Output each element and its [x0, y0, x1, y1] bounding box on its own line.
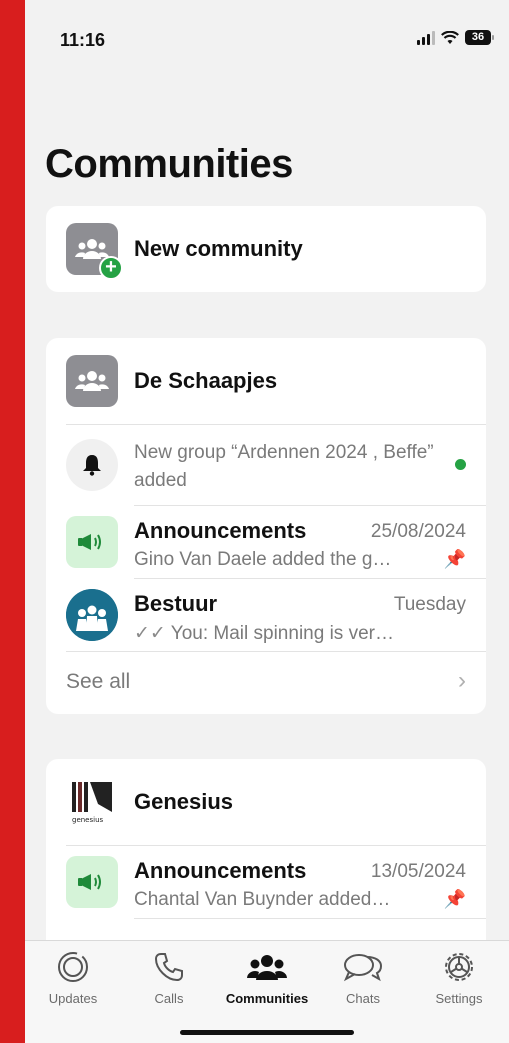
- wifi-icon: [441, 30, 459, 44]
- see-all-button[interactable]: See all ›: [46, 652, 486, 714]
- item-title: Announcements: [134, 858, 307, 883]
- home-indicator[interactable]: [180, 1030, 354, 1035]
- signal-icon: [417, 30, 435, 45]
- community-card-de-schaapjes: De Schaapjes New group “Ardennen 2024 , …: [46, 338, 486, 714]
- tab-chats[interactable]: Chats: [315, 947, 411, 1006]
- community-group-icon: [66, 355, 118, 407]
- battery-icon: 36: [465, 30, 494, 45]
- item-date: Tuesday: [393, 594, 466, 615]
- updates-icon: [25, 947, 121, 987]
- see-all-label: See all: [66, 670, 131, 693]
- double-check-icon: ✓✓: [134, 623, 166, 644]
- divider: [134, 918, 486, 919]
- unread-dot: [455, 459, 466, 470]
- community-header[interactable]: De Schaapjes: [46, 338, 486, 424]
- community-header[interactable]: genesius Genesius: [46, 759, 486, 845]
- item-subtitle: Chantal Van Buynder added…: [134, 889, 391, 910]
- item-subtitle: ✓✓ You: Mail spinning is ver…: [134, 622, 444, 645]
- megaphone-icon: [66, 856, 118, 908]
- community-name: De Schaapjes: [134, 368, 278, 393]
- status-time: 11:16: [60, 30, 106, 50]
- chevron-right-icon: ›: [458, 667, 466, 694]
- list-item-bestuur[interactable]: Bestuur Tuesday ✓✓ You: Mail spinning is…: [46, 579, 486, 651]
- phone-icon: [121, 947, 217, 987]
- pin-icon: 📌: [443, 889, 466, 909]
- tab-label: Calls: [154, 991, 184, 1006]
- list-item-announcements[interactable]: Announcements 13/05/2024 Chantal Van Buy…: [46, 846, 486, 918]
- item-date: 25/08/2024: [370, 521, 466, 542]
- item-date: 13/05/2024: [370, 861, 466, 882]
- tab-label: Updates: [48, 991, 98, 1006]
- item-title: Bestuur: [134, 591, 218, 616]
- community-name: Genesius: [134, 789, 234, 814]
- item-title: Announcements: [134, 518, 307, 543]
- page-title: Communities: [45, 142, 293, 186]
- new-community-icon: +: [66, 223, 123, 280]
- bell-icon: [66, 439, 118, 491]
- tab-label: Communities: [225, 991, 309, 1006]
- phone-screen: 11:16 36 Communities + New community De …: [25, 0, 509, 1043]
- status-bar: 11:16 36: [25, 0, 509, 70]
- megaphone-icon: [66, 516, 118, 568]
- chats-icon: [315, 947, 411, 987]
- new-community-label: New community: [134, 236, 303, 261]
- list-item-announcements[interactable]: Announcements 25/08/2024 Gino Van Daele …: [46, 506, 486, 578]
- tab-communities[interactable]: Communities: [219, 947, 315, 1006]
- genesius-logo: genesius: [66, 776, 118, 828]
- bestuur-avatar: [66, 589, 118, 641]
- tab-updates[interactable]: Updates: [25, 947, 121, 1006]
- tab-label: Chats: [346, 991, 380, 1006]
- subtitle-text: Mail spinning is ver…: [208, 623, 394, 644]
- new-community-button[interactable]: + New community: [46, 206, 486, 292]
- notification-text: New group “Ardennen 2024 , Beffe” added: [134, 442, 434, 491]
- community-card-genesius: genesius Genesius Announcements 13/05/20…: [46, 759, 486, 959]
- group-icon: [75, 371, 109, 391]
- tab-calls[interactable]: Calls: [121, 947, 217, 1006]
- plus-icon: +: [99, 256, 123, 280]
- item-subtitle: Gino Van Daele added the g…: [134, 549, 392, 570]
- tab-label: Settings: [435, 991, 483, 1006]
- tab-bar: Updates Calls Communities Chats Settings: [25, 940, 509, 1043]
- pin-icon: 📌: [443, 549, 466, 569]
- status-icons: 36: [417, 30, 494, 45]
- svg-text:genesius: genesius: [72, 816, 104, 824]
- notification-row[interactable]: New group “Ardennen 2024 , Beffe” added: [46, 425, 486, 505]
- gear-icon: [411, 947, 507, 987]
- communities-icon: [219, 947, 315, 987]
- subtitle-prefix: You:: [170, 623, 209, 644]
- tab-settings[interactable]: Settings: [411, 947, 507, 1006]
